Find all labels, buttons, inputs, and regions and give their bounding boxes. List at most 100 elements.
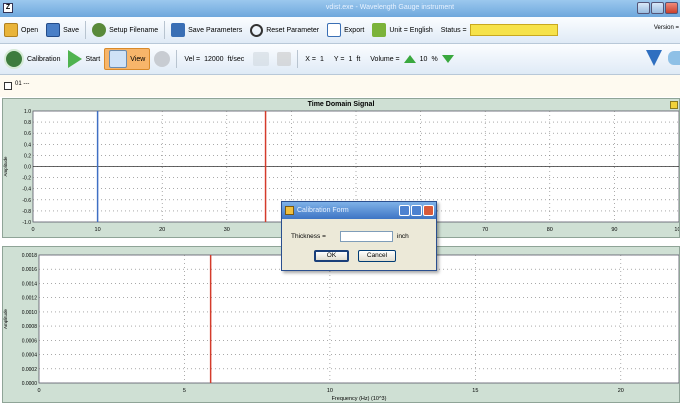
toolbar-divider [297,50,299,68]
save-icon [46,23,61,37]
x-tick-label: 90 [611,227,617,233]
x-tick-label: 30 [224,227,230,233]
y-tick-label: 0.0006 [22,338,38,344]
refresh-icon[interactable] [668,51,680,65]
maximize-icon[interactable] [411,205,422,216]
x-tick-label: 20 [618,388,624,394]
reject-button[interactable] [273,48,295,70]
dialog-window-controls [399,205,434,216]
filter-icon[interactable] [646,50,662,66]
y-tick-label: -0.6 [22,198,31,204]
velocity-value: 12000 [204,55,224,63]
setup-filename-button[interactable]: Setup Filename [88,19,162,41]
toolbar-divider [85,21,87,39]
version-label: Version = [653,25,679,31]
parameters-icon [171,23,186,37]
stop-button[interactable] [150,48,174,70]
setup-filename-label: Setup Filename [109,26,159,34]
ok-button[interactable]: OK [314,250,349,262]
start-button[interactable]: Start [64,48,104,70]
save-button[interactable]: Save [42,19,83,41]
plot-area [38,254,679,384]
y-tick-label: -0.2 [22,176,31,182]
calibration-label: Calibration [27,55,61,63]
dialog-title-bar: Calibration Form [282,202,436,219]
y-tick-label: 0.0000 [22,381,38,387]
thickness-unit: inch [396,233,409,240]
title-bar: Z vdist.exe - Wavelength Gauge instrumen… [0,0,680,17]
y-tick-label: 0.0004 [22,353,38,359]
minimize-icon[interactable] [637,2,650,14]
unit-label: Unit = English [389,26,433,34]
channel-checkbox[interactable] [4,82,12,90]
x-tick-label: 0 [31,227,34,233]
y-tick-label: 0.0002 [22,367,38,373]
main-toolbar: Open Save Setup Filename Save Parameters… [0,17,680,44]
y-tick-label: 0.0012 [22,296,38,302]
x-axis-label: Frequency (Hz) (10^3) [332,396,387,402]
thickness-row: Thickness = inch [291,231,409,242]
y-field[interactable]: Y = 1 ft [329,56,365,63]
volume-up-icon[interactable] [403,55,416,63]
y-tick-label: 0.0 [24,165,31,171]
volume-field[interactable]: Volume = 10 % [365,55,458,63]
velocity-unit: ft/sec [227,55,245,63]
open-button[interactable]: Open [0,19,42,41]
power-icon [250,23,264,37]
y-axis-label: Amplitude [3,156,8,177]
save-parameters-label: Save Parameters [188,26,243,34]
dialog-title: Calibration Form [297,207,349,214]
reset-parameter-button[interactable]: Reset Parameter [246,19,323,41]
save-parameters-button[interactable]: Save Parameters [167,19,246,41]
channel-bar: 01 --- [0,75,680,97]
y-tick-label: 0.2 [24,153,31,159]
y-tick-label: 0.0008 [22,324,38,330]
volume-down-icon[interactable] [441,55,454,63]
y-tick-label: 1.0 [24,109,31,115]
close-icon[interactable] [423,205,434,216]
volume-unit: % [431,55,438,63]
y-tick-label: 0.0014 [22,281,38,287]
y-tick-label: -0.4 [22,187,31,193]
y-label: Y = [333,55,345,63]
acquisition-toolbar: Calibration Start View Vel = 12000 ft/se… [0,44,680,75]
y-tick-label: 0.6 [24,131,31,137]
accept-button[interactable] [249,48,273,70]
close-icon[interactable] [665,2,678,14]
cross-icon [277,52,292,66]
y-value: 1 [348,55,353,63]
x-tick-label: 80 [547,227,553,233]
calibration-button[interactable]: Calibration [0,48,64,70]
waveform-icon [109,50,128,68]
toolbar-divider [164,21,166,39]
minimize-icon[interactable] [399,205,410,216]
y-unit: ft [356,55,361,63]
maximize-icon[interactable] [651,2,664,14]
x-tick-label: 20 [159,227,165,233]
unit-button[interactable]: Unit = English [368,19,436,41]
window-controls [637,2,678,14]
cancel-button[interactable]: Cancel [358,250,396,262]
x-tick-label: 10 [95,227,101,233]
export-button[interactable]: Export [323,19,368,41]
x-tick-label: 10 [327,388,333,394]
y-tick-label: -1.0 [22,220,31,226]
app-icon: Z [3,3,13,13]
y-tick-label: 0.8 [24,120,31,126]
x-field[interactable]: X = 1 [300,56,329,63]
status-group: Status = [437,19,562,41]
x-value: 1 [319,55,324,63]
view-button[interactable]: View [104,48,151,70]
velocity-field[interactable]: Vel = 12000 ft/sec [179,56,249,63]
channel-label: 01 --- [15,81,30,87]
y-axis-label: Amplitude [3,309,8,330]
x-label: X = [305,55,316,63]
x-tick-label: 5 [183,388,186,394]
thickness-input[interactable] [339,231,393,242]
velocity-label: Vel = [184,55,201,63]
unit-icon [372,23,387,37]
y-tick-label: 0.4 [24,142,31,148]
y-tick-label: 0.0010 [22,310,38,316]
status-label: Status = [440,26,467,34]
x-tick-label: 70 [482,227,488,233]
